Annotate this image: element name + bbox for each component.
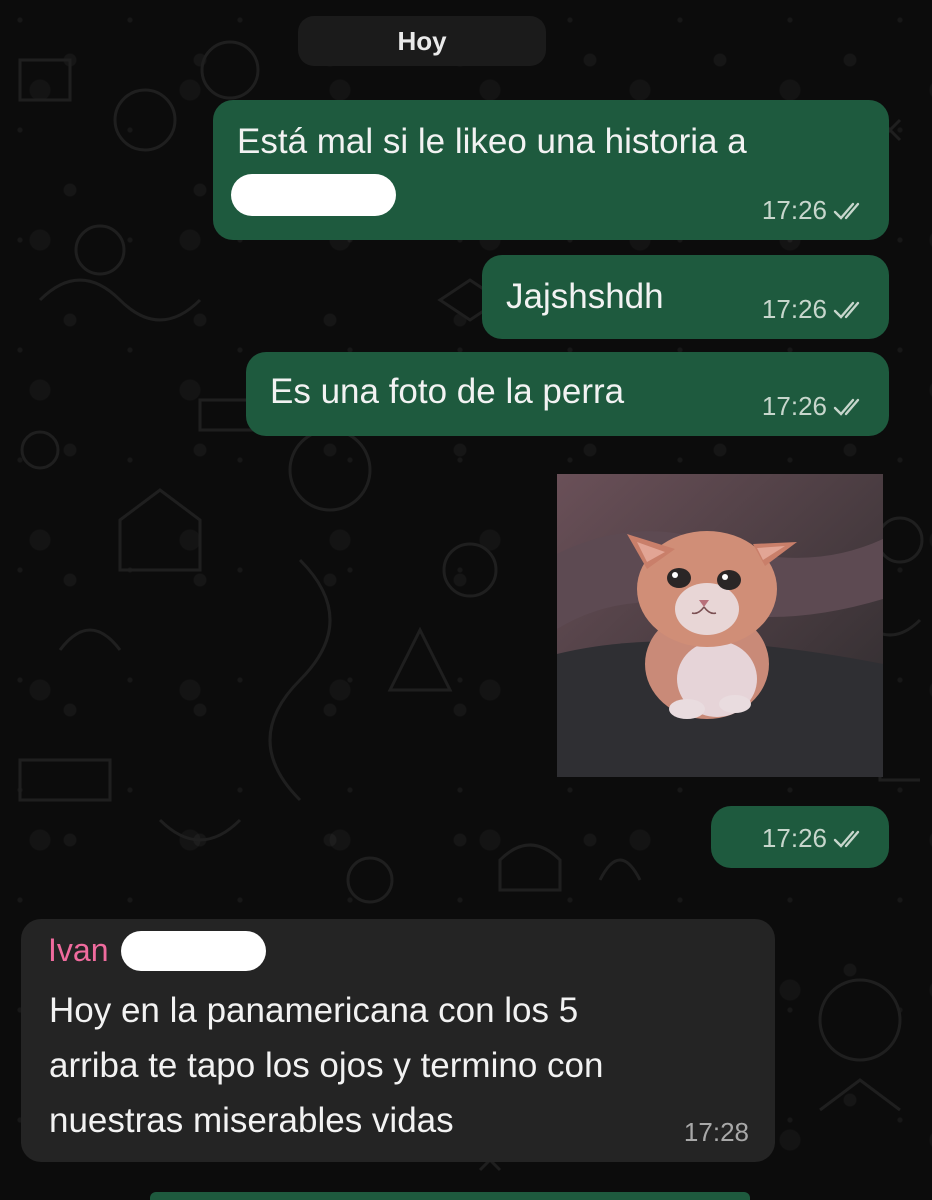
double-check-icon — [833, 301, 860, 319]
redacted-name — [231, 174, 396, 216]
message-time: 17:26 — [761, 294, 827, 324]
kitten-photo[interactable] — [557, 474, 883, 777]
message-text: Es una foto de la perra — [270, 372, 625, 411]
message-meta: 17:26 — [762, 195, 867, 226]
message-time: 17:28 — [683, 1117, 749, 1147]
outgoing-message[interactable]: Es una foto de la perra 17:26 — [246, 352, 889, 436]
kitten-image — [557, 474, 883, 777]
date-separator: Hoy — [298, 16, 546, 66]
message-time: 17:26 — [761, 391, 827, 421]
sender-name[interactable]: Ivan — [48, 932, 108, 969]
message-line: arriba te tapo los ojos y termino con — [49, 1046, 604, 1085]
message-line: Hoy en la panamericana con los 5 — [49, 991, 579, 1030]
message-text: Está mal si le likeo una historia a — [237, 122, 747, 161]
outgoing-message[interactable]: Jajshshdh 17:26 — [482, 255, 889, 339]
double-check-icon — [833, 202, 860, 220]
next-message-edge — [150, 1192, 750, 1200]
chat-view: Hoy Está mal si le likeo una historia a … — [0, 0, 932, 1200]
message-time: 17:26 — [761, 195, 827, 225]
double-check-icon — [833, 830, 860, 848]
message-text: Jajshshdh — [506, 277, 664, 316]
message-meta: 17:26 — [762, 823, 867, 854]
message-meta: 17:26 — [762, 391, 867, 422]
incoming-message[interactable]: Ivan Hoy en la panamericana con los 5 ar… — [21, 919, 775, 1162]
message-text: Hoy en la panamericana con los 5 arriba … — [49, 983, 603, 1148]
message-line: nuestras miserables vidas — [49, 1101, 454, 1140]
redacted-surname — [121, 931, 266, 971]
message-meta: 17:26 — [762, 294, 867, 325]
double-check-icon — [833, 398, 860, 416]
message-time: 17:26 — [761, 823, 827, 853]
image-meta-bubble: 17:26 — [711, 806, 889, 868]
outgoing-message[interactable]: Está mal si le likeo una historia a 17:2… — [213, 100, 889, 240]
